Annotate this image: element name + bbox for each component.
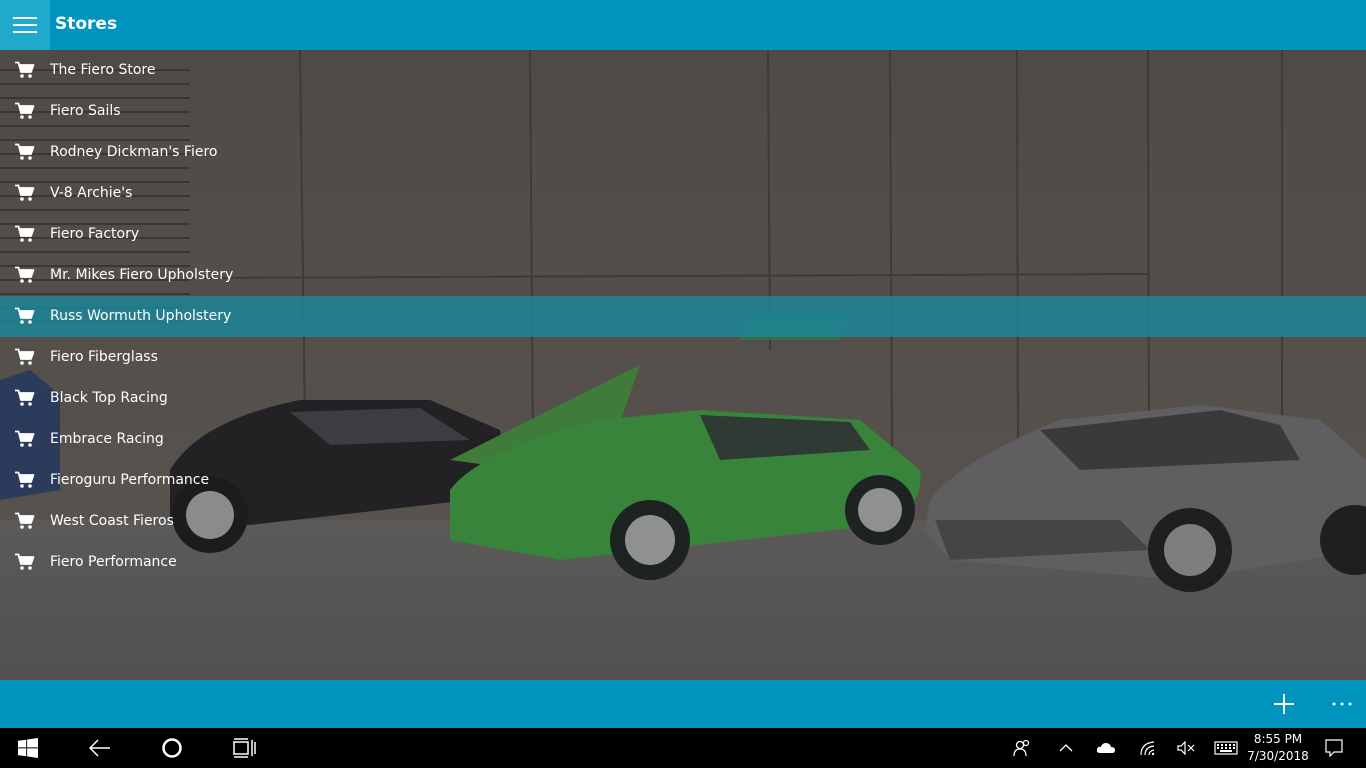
more-options-button[interactable]: [1318, 680, 1366, 728]
store-list-page: The Fiero Store Fiero Sails Rodney Dickman…: [0, 50, 1366, 680]
store-list-item[interactable]: Fieroguru Performance: [0, 460, 1366, 501]
cart-icon: [15, 143, 35, 161]
store-list-item[interactable]: West Coast Fieros: [0, 501, 1366, 542]
ellipsis-icon: [1332, 702, 1352, 706]
store-list-item[interactable]: The Fiero Store: [0, 50, 1366, 91]
touch-keyboard-button[interactable]: [1206, 728, 1246, 768]
store-name: Fiero Fiberglass: [50, 349, 158, 365]
clock-time: 8:55 PM: [1253, 732, 1303, 746]
store-list-item[interactable]: Fiero Sails: [0, 91, 1366, 132]
back-button[interactable]: [72, 728, 128, 768]
task-view-icon: [233, 738, 256, 758]
windows-start-icon: [18, 738, 38, 758]
store-name: Embrace Racing: [50, 431, 164, 447]
taskbar: 8:55 PM 7/30/2018: [0, 728, 1366, 768]
store-name: Rodney Dickman's Fiero: [50, 144, 218, 160]
action-center-button[interactable]: [1316, 728, 1352, 768]
store-name: West Coast Fieros: [50, 513, 174, 529]
store-list-item[interactable]: Black Top Racing: [0, 378, 1366, 419]
start-button[interactable]: [0, 728, 56, 768]
cart-icon: [15, 389, 35, 407]
hamburger-icon: [13, 17, 37, 33]
cortana-button[interactable]: [144, 728, 200, 768]
people-icon: [1013, 739, 1030, 757]
store-list-item[interactable]: Fiero Fiberglass: [0, 337, 1366, 378]
cart-icon: [15, 102, 35, 120]
plus-icon: [1274, 694, 1294, 714]
cortana-circle-icon: [162, 738, 182, 758]
action-center-icon: [1325, 739, 1343, 757]
cloud-icon: [1096, 743, 1115, 753]
clock-date: 7/30/2018: [1247, 749, 1309, 763]
store-name: Fiero Factory: [50, 226, 140, 242]
store-list-item[interactable]: Rodney Dickman's Fiero: [0, 132, 1366, 173]
cart-icon: [15, 225, 35, 243]
store-name: Black Top Racing: [50, 390, 168, 406]
add-store-button[interactable]: [1260, 680, 1308, 728]
people-button[interactable]: [1004, 728, 1040, 768]
store-list-item[interactable]: Fiero Performance: [0, 542, 1366, 583]
store-name: Russ Wormuth Upholstery: [50, 308, 232, 324]
store-name: V-8 Archie's: [50, 185, 133, 201]
store-list: The Fiero Store Fiero Sails Rodney Dickman…: [0, 50, 1366, 583]
cart-icon: [15, 430, 35, 448]
onedrive-button[interactable]: [1088, 728, 1124, 768]
store-name: Fiero Sails: [50, 103, 121, 119]
cart-icon: [15, 512, 35, 530]
store-name: The Fiero Store: [50, 62, 156, 78]
page-title: Stores: [55, 14, 118, 34]
store-list-item[interactable]: Embrace Racing: [0, 419, 1366, 460]
keyboard-icon: [1214, 741, 1238, 755]
command-bar: [0, 680, 1366, 728]
volume-button[interactable]: [1168, 728, 1204, 768]
cart-icon: [15, 348, 35, 366]
cart-icon: [15, 266, 35, 284]
store-list-item[interactable]: V-8 Archie's: [0, 173, 1366, 214]
cart-icon: [15, 307, 35, 325]
network-button[interactable]: [1130, 728, 1166, 768]
chevron-up-icon: [1059, 744, 1073, 752]
store-name: Fieroguru Performance: [50, 472, 210, 488]
store-name: Fiero Performance: [50, 554, 177, 570]
back-arrow-icon: [89, 739, 110, 757]
store-list-item[interactable]: Mr. Mikes Fiero Upholstery: [0, 255, 1366, 296]
task-view-button[interactable]: [216, 728, 272, 768]
cart-icon: [15, 471, 35, 489]
store-list-item[interactable]: Russ Wormuth Upholstery: [0, 296, 1366, 337]
store-list-item[interactable]: Fiero Factory: [0, 214, 1366, 255]
show-hidden-icons-button[interactable]: [1048, 728, 1084, 768]
cart-icon: [15, 184, 35, 202]
hamburger-menu-button[interactable]: [0, 0, 50, 50]
cart-icon: [15, 553, 35, 571]
wifi-icon: [1140, 741, 1155, 756]
store-name: Mr. Mikes Fiero Upholstery: [50, 267, 234, 283]
title-bar: Stores: [0, 0, 1366, 50]
cart-icon: [15, 61, 35, 79]
clock[interactable]: 8:55 PM 7/30/2018: [1246, 731, 1310, 767]
volume-muted-icon: [1177, 741, 1195, 755]
